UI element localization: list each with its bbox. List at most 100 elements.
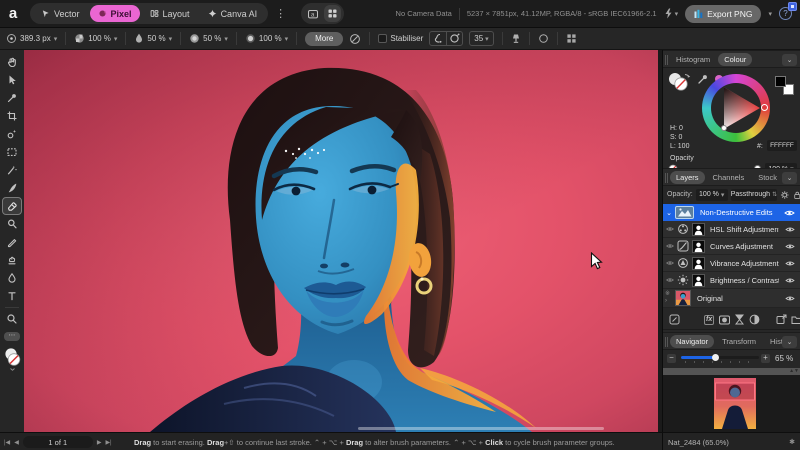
panel-menu-chevron[interactable]: ⌄ — [782, 54, 797, 66]
zoom-in-button[interactable]: + — [761, 354, 770, 363]
move-tool[interactable] — [2, 71, 22, 89]
brush-width-control[interactable]: 389.3 px ▾ — [6, 33, 57, 44]
visibility-eye-icon[interactable] — [785, 277, 795, 284]
window-stabiliser-button[interactable] — [446, 32, 462, 45]
pixel-pencil-tool[interactable] — [2, 233, 22, 251]
export-png-button[interactable]: Export PNG — [685, 5, 761, 23]
group-layers-button[interactable] — [791, 315, 800, 325]
text-tool[interactable] — [2, 287, 22, 305]
live-filter-button[interactable] — [749, 314, 760, 325]
next-page-button[interactable]: ▶ — [97, 439, 102, 446]
lightness-selector-knob[interactable] — [721, 125, 727, 131]
panel-menu-chevron[interactable]: ⌄ — [782, 336, 797, 348]
affinity-logo[interactable]: a — [0, 5, 26, 22]
colour-wheel[interactable] — [702, 74, 770, 142]
brush-strength-control[interactable]: 100 % ▾ — [245, 33, 288, 44]
visibility-eye-icon[interactable] — [785, 226, 795, 233]
layer-row-curves[interactable]: Curves Adjustment — [663, 238, 800, 255]
persona-vector[interactable]: Vector — [33, 5, 88, 22]
hex-input[interactable] — [767, 140, 797, 151]
hsl-triangle[interactable] — [710, 82, 762, 134]
brush-hardness-control[interactable]: 50 % ▾ — [189, 33, 228, 44]
tab-histogram[interactable]: Histogram — [670, 53, 716, 66]
tab-channels[interactable]: Channels — [707, 171, 751, 184]
colour-picker-icon[interactable] — [697, 73, 709, 85]
active-swatches[interactable] — [667, 71, 693, 93]
foreground-swatch[interactable] — [775, 76, 786, 87]
tab-colour[interactable]: Colour — [718, 53, 752, 66]
selection-brush-tool[interactable] — [2, 125, 22, 143]
zoom-tool[interactable] — [2, 310, 22, 328]
persona-pixel[interactable]: Pixel — [90, 5, 140, 22]
panel-grip[interactable] — [665, 173, 666, 183]
gear-icon[interactable] — [780, 190, 789, 200]
add-pixel-layer-button[interactable] — [776, 314, 787, 325]
view-tool[interactable] — [2, 53, 22, 71]
zoom-out-button[interactable]: − — [667, 354, 676, 363]
clone-stamp-tool[interactable] — [2, 251, 22, 269]
persona-layout[interactable]: Layout — [142, 5, 198, 22]
stabiliser-toggle[interactable]: Stabiliser — [378, 34, 423, 43]
canvas-horizontal-scrollbar[interactable] — [358, 427, 604, 430]
marquee-select-tool[interactable] — [2, 143, 22, 161]
flood-select-tool[interactable] — [2, 161, 22, 179]
visibility-eye-icon[interactable] — [666, 277, 674, 283]
blur-tool[interactable] — [2, 269, 22, 287]
brush-opacity-control[interactable]: 100 % ▾ — [74, 33, 117, 44]
tab-navigator[interactable]: Navigator — [670, 335, 714, 348]
edit-all-layers-button[interactable] — [669, 314, 680, 325]
paint-brush-tool[interactable] — [2, 179, 22, 197]
layer-row-vibrance[interactable]: Vibrance Adjustment — [663, 255, 800, 272]
visibility-eye-icon[interactable] — [785, 295, 795, 302]
visibility-eye-icon[interactable] — [785, 260, 795, 267]
document-canvas[interactable] — [24, 50, 658, 432]
panel-grip[interactable] — [665, 55, 666, 65]
visibility-eye-icon[interactable] — [666, 243, 674, 249]
stabiliser-checkbox[interactable] — [378, 34, 387, 43]
layer-effects-button[interactable]: fx — [704, 315, 714, 325]
visibility-eye-icon[interactable] — [785, 243, 795, 250]
symmetry-button[interactable] — [566, 33, 577, 44]
visibility-eye-icon[interactable] — [666, 226, 674, 232]
lock-icon[interactable] — [793, 190, 800, 200]
export-options-chevron[interactable]: ▾ — [768, 10, 772, 18]
colour-picker-tool[interactable] — [2, 89, 22, 107]
persona-overflow-menu-button[interactable]: ⋮ — [268, 7, 293, 20]
navigator-thumbnail[interactable] — [714, 378, 756, 429]
apps-grid-button[interactable] — [324, 5, 341, 22]
rope-stabiliser-button[interactable] — [430, 32, 446, 45]
expand-chevron-icon[interactable]: ⌄ — [663, 209, 675, 217]
layer-opacity-dropdown[interactable]: 100 % ▾ — [696, 189, 728, 201]
layer-row-original[interactable]: ※› Original — [663, 289, 800, 308]
brush-flow-control[interactable]: 50 % ▾ — [134, 33, 172, 44]
mask-thumbnail[interactable] — [692, 240, 705, 253]
more-tools-button[interactable]: ⋯ — [4, 332, 20, 341]
mask-thumbnail[interactable] — [692, 257, 705, 270]
zoom-slider-knob[interactable] — [712, 354, 719, 361]
performance-button[interactable]: ▾ — [664, 8, 679, 19]
panel-scrollbar[interactable]: ▲▼ — [663, 368, 800, 375]
tab-layers[interactable]: Layers — [670, 171, 705, 184]
blend-mode-dropdown[interactable]: Passthrough ⇅ — [731, 189, 777, 201]
layer-row-group[interactable]: ⌄ Non-Destructive Edits — [663, 204, 800, 221]
airbrush-button[interactable] — [511, 33, 521, 44]
navigator-preview-area[interactable] — [663, 375, 800, 432]
group-thumbnail[interactable] — [675, 206, 694, 219]
original-thumbnail[interactable] — [675, 290, 691, 306]
canvas-options-button[interactable]: a — [304, 5, 321, 22]
hue-selector-knob[interactable] — [761, 104, 768, 111]
erase-brush-tool[interactable] — [2, 197, 22, 215]
previous-page-button[interactable]: ◀ — [14, 439, 19, 446]
layer-row-hsl[interactable]: HSL Shift Adjustment — [663, 221, 800, 238]
tab-transform[interactable]: Transform — [716, 335, 762, 348]
stabiliser-window-size[interactable]: 35 ▾ — [469, 31, 493, 46]
mask-thumbnail[interactable] — [692, 223, 705, 236]
first-page-button[interactable]: |◀ — [4, 439, 10, 446]
zoom-slider-track[interactable] — [681, 356, 759, 359]
persona-canva-ai[interactable]: Canva AI — [200, 5, 266, 22]
colour-swatch-selector[interactable] — [3, 347, 22, 371]
visibility-eye-icon[interactable] — [784, 209, 795, 217]
brush-editor-button[interactable] — [349, 33, 361, 45]
panel-grip[interactable] — [665, 337, 666, 347]
visibility-eye-icon[interactable] — [666, 260, 674, 266]
